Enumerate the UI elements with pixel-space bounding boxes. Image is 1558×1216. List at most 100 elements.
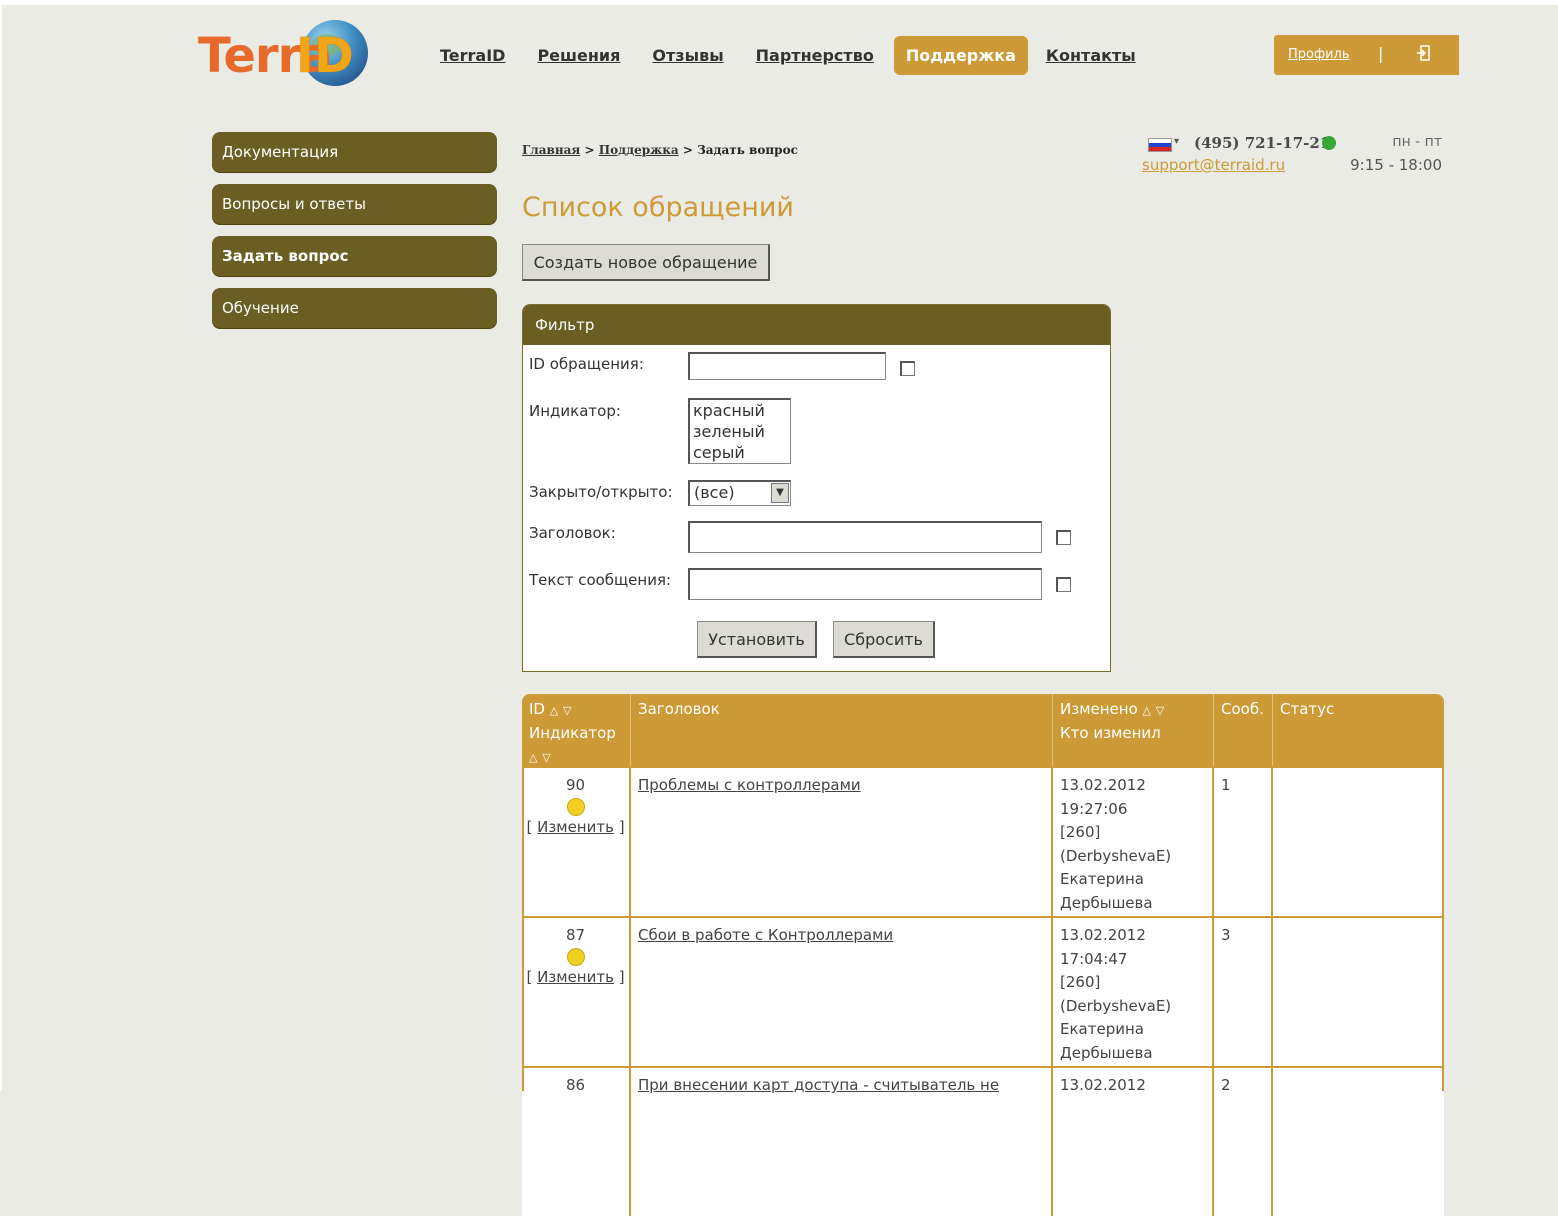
chevron-down-icon[interactable]: ▾ <box>1174 136 1179 147</box>
cell-changed: 13.02.2012 17:04:47 [260] (DerbyshevaE) … <box>1053 918 1214 1066</box>
sidebar-item-faq[interactable]: Вопросы и ответы <box>212 184 497 224</box>
changed-time: 17:04:47 <box>1060 949 1128 968</box>
changed-time: 19:27:06 <box>1060 799 1128 818</box>
filter-id-input[interactable] <box>688 352 886 380</box>
filter-text-label: Текст сообщения: <box>529 571 672 589</box>
request-title-link[interactable]: Проблемы с контроллерами <box>638 776 861 794</box>
header-changed: Изменено △ ▽ Кто изменил <box>1053 694 1214 766</box>
sort-desc-icon[interactable]: ▽ <box>542 751 550 764</box>
filter-title-checkbox[interactable] <box>1056 530 1071 545</box>
logo-text-id: ID <box>296 28 354 84</box>
cell-messages: 3 <box>1214 918 1273 1066</box>
sidebar-menu: Документация Вопросы и ответы Задать воп… <box>212 132 497 340</box>
breadcrumb: Главная > Поддержка > Задать вопрос <box>522 143 798 157</box>
nav-reviews[interactable]: Отзывы <box>652 46 723 65</box>
contact-info: ▾ (495) 721-17-21 support@terraid.ru пн … <box>1142 132 1447 182</box>
table-row: 86 При внесении карт доступа - считывате… <box>522 1066 1444 1216</box>
phone-number: (495) 721-17-21 <box>1194 134 1331 152</box>
exit-icon[interactable] <box>1416 45 1430 61</box>
changed-user-id: [260] <box>1060 823 1101 841</box>
sort-asc-icon[interactable]: △ <box>1143 704 1151 717</box>
yellow-indicator-icon <box>566 947 585 966</box>
edit-link[interactable]: Изменить <box>537 968 614 986</box>
table-row: 87 [ Изменить ] Сбои в работе с Контролл… <box>522 916 1444 1066</box>
breadcrumb-home[interactable]: Главная <box>522 143 580 157</box>
phone-call-icon[interactable] <box>1322 136 1336 150</box>
sidebar-item-ask-question[interactable]: Задать вопрос <box>212 236 497 276</box>
filter-title: Фильтр <box>523 305 1110 345</box>
header-id-indicator: ID △ ▽ Индикатор △ ▽ <box>522 694 631 766</box>
sort-desc-icon[interactable]: ▽ <box>563 704 571 717</box>
requests-table: ID △ ▽ Индикатор △ ▽ Заголовок Изменено … <box>522 694 1444 1216</box>
reset-filter-button[interactable]: Сбросить <box>833 621 935 658</box>
sort-asc-icon[interactable]: △ <box>550 704 558 717</box>
changed-user-first-name: Екатерина <box>1060 870 1144 888</box>
cell-messages: 2 <box>1214 1068 1273 1216</box>
request-id: 86 <box>565 1076 586 1094</box>
apply-filter-button[interactable]: Установить <box>697 621 817 658</box>
window-left-edge <box>0 0 2 1091</box>
yellow-indicator-icon <box>566 797 585 816</box>
table-row: 90 [ Изменить ] Проблемы с контроллерами… <box>522 766 1444 916</box>
filter-text-checkbox[interactable] <box>1056 577 1071 592</box>
table-header: ID △ ▽ Индикатор △ ▽ Заголовок Изменено … <box>522 694 1444 766</box>
support-email-link[interactable]: support@terraid.ru <box>1142 156 1285 174</box>
nav-terraid[interactable]: TerraID <box>440 46 505 65</box>
cell-id: 90 [ Изменить ] <box>522 768 631 916</box>
breadcrumb-support[interactable]: Поддержка <box>599 143 679 157</box>
header-id: ID <box>529 700 545 718</box>
cell-title: Сбои в работе с Контроллерами <box>631 918 1053 1066</box>
indicator-option[interactable]: серый <box>693 442 790 463</box>
nav-solutions[interactable]: Решения <box>537 46 620 65</box>
edit-link[interactable]: Изменить <box>537 818 614 836</box>
header-status: Статус <box>1280 700 1335 718</box>
changed-user-login: (DerbyshevaE) <box>1060 996 1172 1015</box>
changed-user-first-name: Екатерина <box>1060 1020 1144 1038</box>
request-id: 90 <box>565 776 586 794</box>
request-title-link[interactable]: При внесении карт доступа - считыватель … <box>638 1076 999 1094</box>
nav-support[interactable]: Поддержка <box>893 35 1028 75</box>
indicator-option[interactable]: зеленый <box>693 421 790 442</box>
nav-partnership[interactable]: Партнерство <box>756 46 874 65</box>
changed-date: 13.02.2012 <box>1060 1076 1146 1094</box>
cell-status <box>1273 918 1444 1066</box>
header-changed-by: Кто изменил <box>1060 724 1161 742</box>
profile-separator: | <box>1378 44 1384 63</box>
sort-asc-icon[interactable]: △ <box>529 751 537 764</box>
filter-id-checkbox[interactable] <box>900 361 915 376</box>
filter-indicator-list[interactable]: красный зеленый серый <box>688 398 791 464</box>
profile-link[interactable]: Профиль <box>1288 47 1350 62</box>
changed-user-id: [260] <box>1060 973 1101 991</box>
russia-flag-icon[interactable] <box>1148 138 1172 152</box>
working-hours: 9:15 - 18:00 <box>1350 156 1442 174</box>
filter-closed-select[interactable]: (все) ▼ <box>688 480 791 506</box>
cell-title: Проблемы с контроллерами <box>631 768 1053 916</box>
sidebar-item-training[interactable]: Обучение <box>212 288 497 328</box>
indicator-option[interactable]: красный <box>693 400 790 421</box>
filter-title-input[interactable] <box>688 521 1042 553</box>
request-title-link[interactable]: Сбои в работе с Контроллерами <box>638 926 893 944</box>
request-id: 87 <box>565 926 586 944</box>
breadcrumb-separator: > <box>584 143 595 157</box>
header-messages: Сооб. <box>1214 694 1273 766</box>
terraid-logo[interactable]: Terra ID <box>198 18 373 90</box>
header-title: Заголовок <box>631 694 1053 766</box>
cell-changed: 13.02.2012 19:27:06 [260] (DerbyshevaE) … <box>1053 768 1214 916</box>
header-changed-label: Изменено <box>1060 700 1138 718</box>
cell-id: 86 <box>522 1068 631 1216</box>
sort-desc-icon[interactable]: ▽ <box>1156 704 1164 717</box>
changed-user-login: (DerbyshevaE) <box>1060 846 1172 865</box>
window-top-edge <box>0 0 1558 5</box>
top-navigation: TerraID Решения Отзывы Партнерство Подде… <box>440 35 1168 75</box>
changed-user-last-name: Дербышева <box>1060 1043 1153 1062</box>
cell-messages: 1 <box>1214 768 1273 916</box>
filter-closed-label: Закрыто/открыто: <box>529 483 673 501</box>
dropdown-arrow-icon[interactable]: ▼ <box>771 483 789 503</box>
working-days: пн - пт <box>1392 134 1442 150</box>
sidebar-item-documentation[interactable]: Документация <box>212 132 497 172</box>
cell-status <box>1273 768 1444 916</box>
filter-text-input[interactable] <box>688 568 1042 600</box>
cell-changed: 13.02.2012 <box>1053 1068 1214 1216</box>
create-request-button[interactable]: Создать новое обращение <box>522 244 770 281</box>
nav-contacts[interactable]: Контакты <box>1046 46 1136 65</box>
